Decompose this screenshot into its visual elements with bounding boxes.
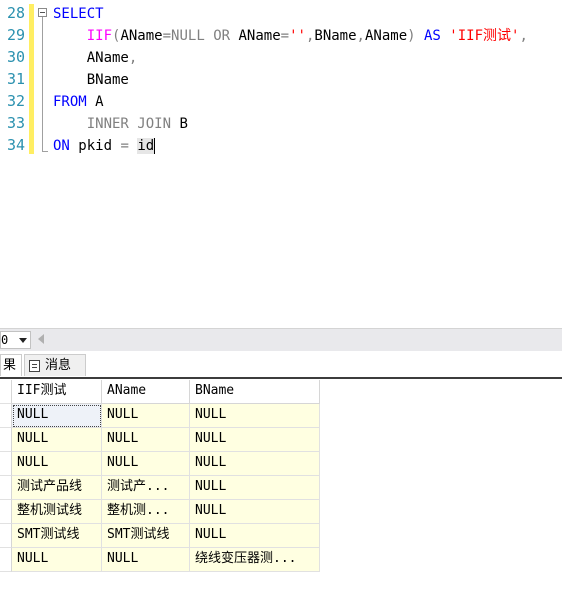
fold-guide-end xyxy=(42,151,48,152)
code-token: BName xyxy=(53,72,129,88)
code-token: BName xyxy=(314,28,357,44)
text-caret xyxy=(154,138,156,154)
code-token: , xyxy=(128,50,138,66)
row-header[interactable] xyxy=(0,404,12,428)
code-line[interactable]: ON pkid = id xyxy=(53,135,156,157)
code-token: AName xyxy=(120,28,163,44)
code-line[interactable]: INNER JOIN B xyxy=(53,113,188,135)
code-token: OR xyxy=(213,28,239,44)
code-token: AName xyxy=(364,28,408,44)
tab-messages-label: 消息 xyxy=(45,358,72,373)
code-line[interactable]: AName, xyxy=(53,47,138,69)
code-line[interactable]: IIF(AName=NULL OR AName='',BName,AName) … xyxy=(53,25,528,47)
row-header[interactable] xyxy=(0,500,12,524)
column-header[interactable]: BName xyxy=(190,380,320,404)
code-line[interactable]: SELECT xyxy=(53,3,104,25)
grid-cell[interactable]: NULL xyxy=(102,548,190,572)
code-token: AName xyxy=(238,28,281,44)
grid-cell[interactable]: NULL xyxy=(190,452,320,476)
line-number: 28 xyxy=(6,4,25,22)
code-token: = xyxy=(120,138,138,154)
line-number: 29 xyxy=(6,26,25,44)
editor-status-bar: 0 xyxy=(0,328,562,351)
change-tracking-bar xyxy=(29,4,34,154)
chevron-down-icon xyxy=(19,338,27,343)
grid-cell[interactable]: 整机测... xyxy=(102,500,190,524)
code-line[interactable]: BName xyxy=(53,69,129,91)
line-number-gutter: 28 29 30 31 32 33 34 xyxy=(0,0,27,328)
row-header[interactable] xyxy=(0,524,12,548)
column-header[interactable]: IIF测试 xyxy=(12,380,102,404)
grid-cell[interactable]: NULL xyxy=(12,404,102,428)
code-token: = xyxy=(162,28,172,44)
grid-cell[interactable]: NULL xyxy=(190,500,320,524)
code-token: FROM xyxy=(53,94,96,110)
tab-results[interactable]: 果 xyxy=(0,354,22,376)
grid-cell[interactable]: NULL xyxy=(12,548,102,572)
row-header[interactable] xyxy=(0,548,12,572)
grid-cell[interactable]: NULL xyxy=(190,476,320,500)
code-token: ) xyxy=(407,28,424,44)
line-number: 32 xyxy=(6,92,25,110)
grid-cell[interactable]: 测试产品线 xyxy=(12,476,102,500)
grid-cell[interactable]: NULL xyxy=(190,524,320,548)
fold-guide-line xyxy=(42,17,43,151)
code-token: '' xyxy=(289,28,306,44)
line-number: 30 xyxy=(6,48,25,66)
code-token: = xyxy=(280,28,290,44)
scroll-left-arrow-icon[interactable] xyxy=(38,334,44,344)
row-header[interactable] xyxy=(0,452,12,476)
grid-cell[interactable]: 绕线变压器测... xyxy=(190,548,320,572)
code-token: , xyxy=(519,28,528,44)
grid-cell[interactable]: NULL xyxy=(190,428,320,452)
line-number: 34 xyxy=(6,136,25,154)
code-token: IIF xyxy=(86,28,113,44)
row-header[interactable] xyxy=(0,428,12,452)
code-token: ON xyxy=(53,138,79,154)
code-token: 'IIF测试' xyxy=(449,28,520,44)
grid-cell[interactable]: 整机测试线 xyxy=(12,500,102,524)
code-token: NULL xyxy=(171,28,214,44)
line-number: 33 xyxy=(6,114,25,132)
grid-cell[interactable]: NULL xyxy=(12,428,102,452)
zoom-dropdown[interactable]: 0 xyxy=(0,331,31,349)
grid-cell[interactable]: SMT测试线 xyxy=(102,524,190,548)
grid-cell[interactable]: SMT测试线 xyxy=(12,524,102,548)
grid-corner[interactable] xyxy=(0,380,12,404)
grid-cell[interactable]: NULL xyxy=(102,404,190,428)
code-token: , xyxy=(356,28,365,44)
code-token: A xyxy=(95,94,104,110)
code-line[interactable]: FROM A xyxy=(53,91,104,113)
grid-cell[interactable]: NULL xyxy=(102,452,190,476)
grid-cell[interactable]: 测试产... xyxy=(102,476,190,500)
code-token: AName xyxy=(53,50,129,66)
zoom-value: 0 xyxy=(1,333,9,347)
code-token: id xyxy=(137,138,155,154)
column-header[interactable]: AName xyxy=(102,380,190,404)
code-token: SELECT xyxy=(53,6,104,22)
code-token: AS xyxy=(424,28,450,44)
code-token: pkid xyxy=(78,138,121,154)
collapse-icon[interactable] xyxy=(38,8,47,17)
tab-divider xyxy=(0,377,562,379)
grid-cell[interactable]: NULL xyxy=(102,428,190,452)
row-header[interactable] xyxy=(0,476,12,500)
grid-cell[interactable]: NULL xyxy=(12,452,102,476)
sql-editor[interactable]: 28 29 30 31 32 33 34 SELECT IIF(AName=NULL OR … xyxy=(0,0,562,328)
tab-messages[interactable]: 消息 xyxy=(24,354,86,376)
tab-results-label: 果 xyxy=(3,358,17,373)
line-number: 31 xyxy=(6,70,25,88)
messages-icon xyxy=(29,360,40,372)
results-tab-strip: 果 消息 xyxy=(0,351,562,377)
grid-cell[interactable]: NULL xyxy=(190,404,320,428)
code-token: B xyxy=(179,116,188,132)
code-token: INNER JOIN xyxy=(86,116,180,132)
